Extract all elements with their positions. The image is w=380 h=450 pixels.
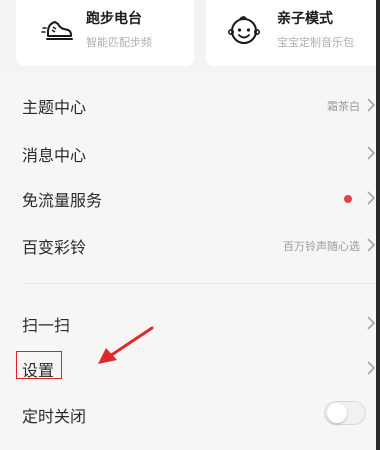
- notification-dot: [344, 195, 352, 203]
- card-subtitle: 宝宝定制音乐包: [277, 36, 354, 49]
- menu-item-label: 主题中心: [22, 98, 87, 117]
- annotation-highlight-box: [16, 351, 62, 379]
- menu-item-sleep-timer[interactable]: 定时关闭: [0, 391, 380, 437]
- chevron-right-icon: [367, 146, 376, 160]
- running-radio-card[interactable]: 跑步电台 智能匹配步频: [16, 0, 194, 66]
- window-edge: [376, 0, 380, 450]
- menu-item-message-center[interactable]: 消息中心: [0, 130, 380, 176]
- baby-face-icon: [227, 16, 260, 44]
- section-divider: [22, 283, 380, 284]
- sleep-timer-toggle[interactable]: [324, 401, 366, 425]
- menu-item-value: 霜茶白: [327, 100, 360, 113]
- annotation-arrow-icon: [98, 326, 154, 364]
- chevron-right-icon: [367, 316, 376, 330]
- menu-item-label: 消息中心: [22, 146, 87, 165]
- parent-child-mode-card[interactable]: 亲子模式 宝宝定制音乐包: [206, 0, 380, 66]
- menu-item-scan[interactable]: 扫一扫: [0, 300, 380, 346]
- running-shoe-icon: [41, 21, 73, 40]
- toggle-knob: [327, 403, 347, 423]
- menu-item-theme-center[interactable]: 主题中心 霜茶白: [0, 82, 380, 128]
- menu-item-label: 扫一扫: [22, 316, 71, 335]
- feature-cards: 跑步电台 智能匹配步频 亲子模式 宝宝定制音乐包: [0, 0, 380, 74]
- chevron-right-icon: [367, 361, 376, 375]
- menu-item-label: 免流量服务: [22, 191, 103, 210]
- menu-item-ringtone[interactable]: 百变彩铃 百万铃声随心选: [0, 222, 380, 268]
- card-title: 亲子模式: [277, 11, 333, 27]
- chevron-right-icon: [367, 98, 376, 112]
- card-title: 跑步电台: [86, 11, 142, 27]
- menu-item-label: 百变彩铃: [22, 238, 87, 257]
- chevron-right-icon: [367, 191, 376, 205]
- menu-item-label: 定时关闭: [22, 407, 87, 426]
- menu-item-free-data-service[interactable]: 免流量服务: [0, 175, 380, 221]
- menu-item-value: 百万铃声随心选: [283, 240, 360, 253]
- card-subtitle: 智能匹配步频: [86, 36, 152, 49]
- chevron-right-icon: [367, 238, 376, 252]
